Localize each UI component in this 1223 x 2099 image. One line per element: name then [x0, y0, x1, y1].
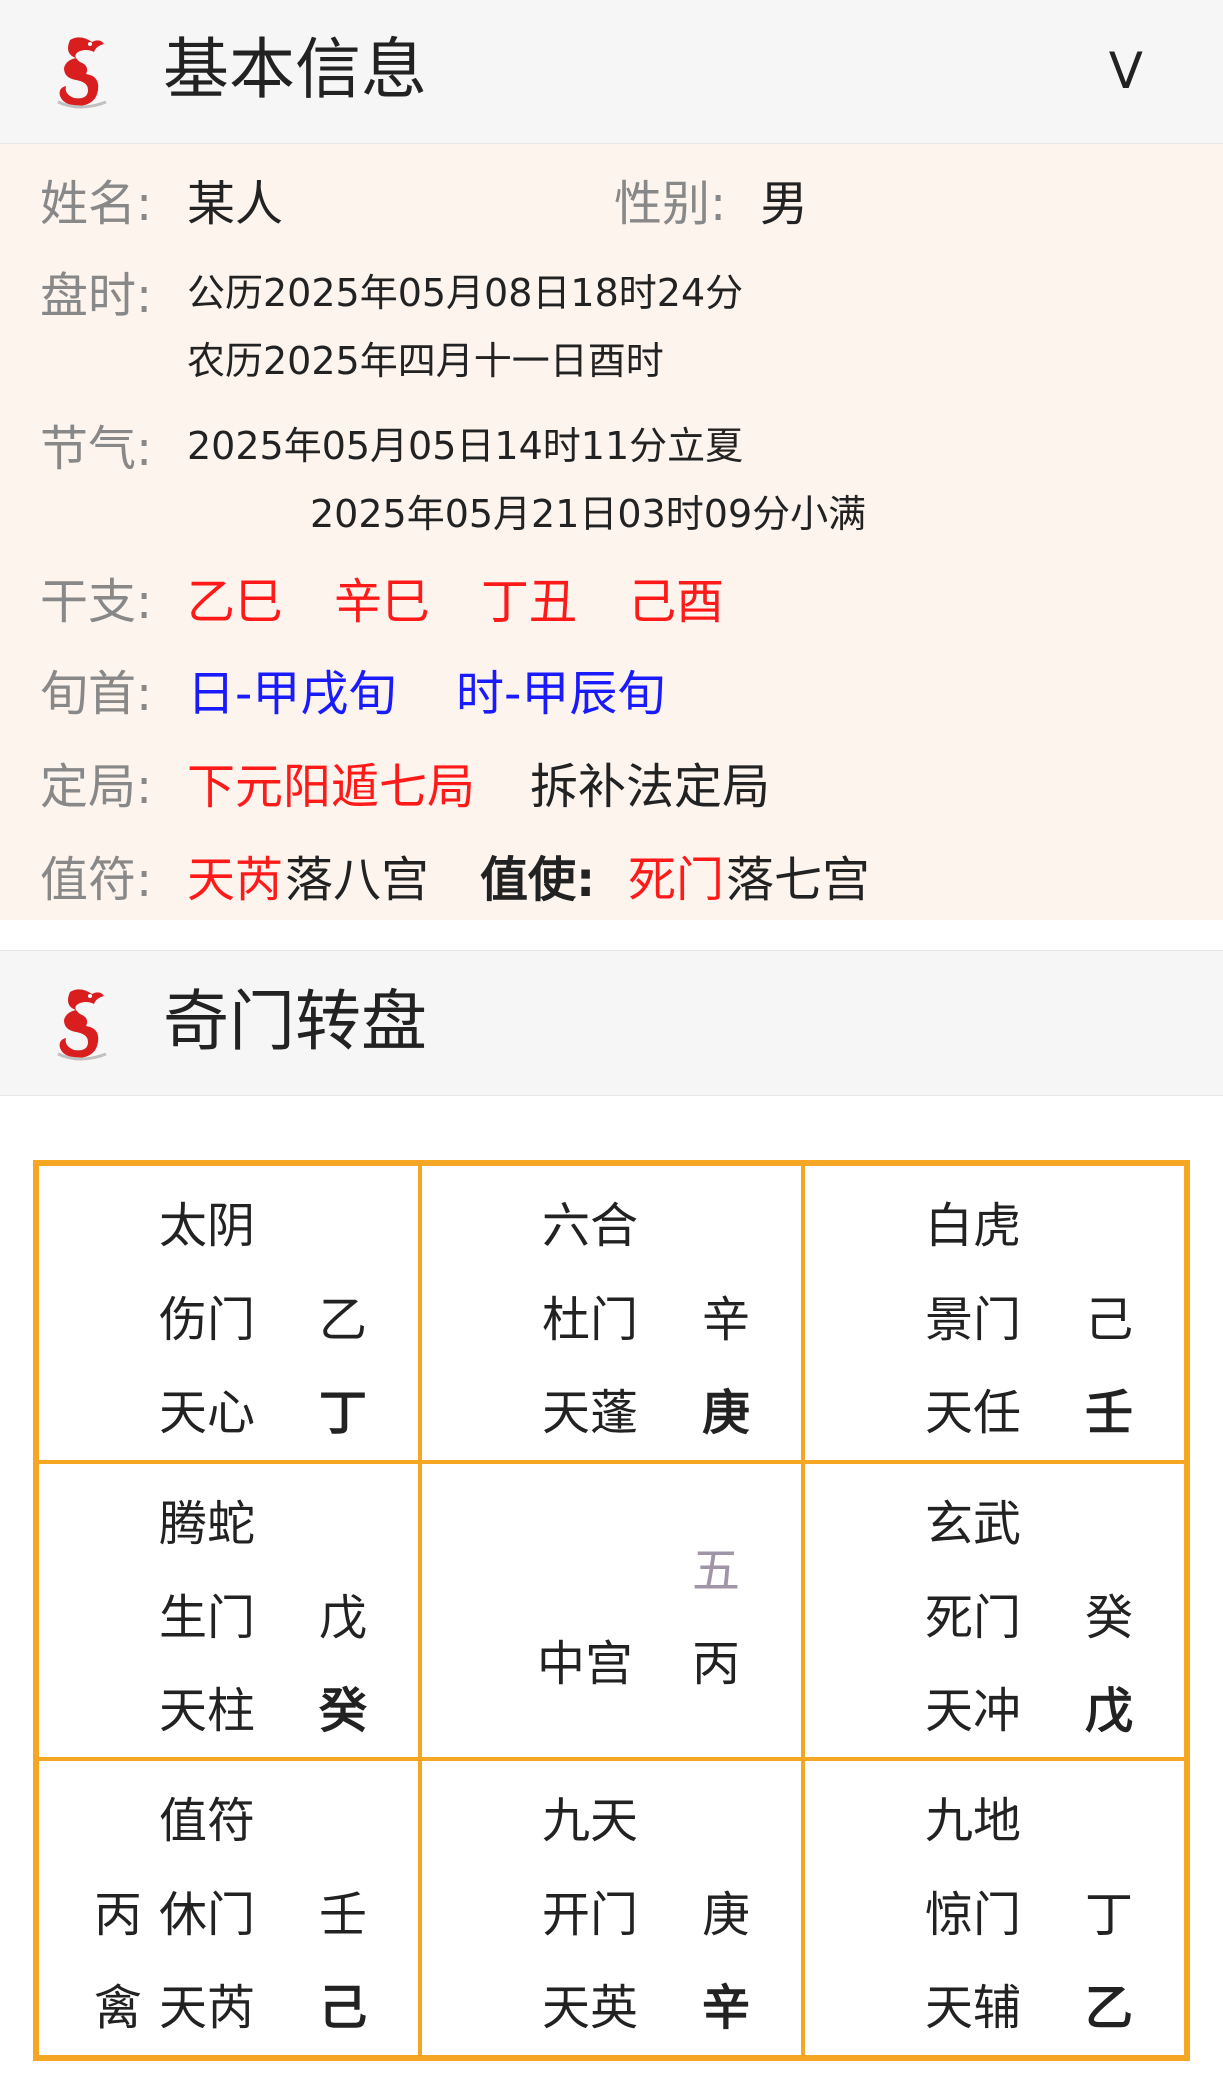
center-palace-number: 五 — [692, 1542, 741, 1599]
palace-cell[interactable]: 玄武 死门 癸 天冲 戊 — [803, 1461, 1186, 1760]
palace-heaven-stem: 丁 — [1085, 1887, 1134, 1944]
palace-god: 太阴 — [159, 1198, 256, 1254]
palace-star: 天柱 — [159, 1682, 256, 1739]
name-label: 姓名: — [40, 176, 153, 232]
palace-god: 六合 — [542, 1198, 639, 1254]
palace-cell[interactable]: 腾蛇 生门 戊 天柱 癸 — [37, 1461, 420, 1760]
zhifu-star: 天芮 — [187, 852, 284, 908]
solar-term-start: 2025年05月05日14时11分立夏 — [187, 424, 744, 468]
palace-heaven-stem: 辛 — [702, 1292, 751, 1348]
solar-term-label: 节气: — [40, 421, 153, 477]
collapse-toggle-icon[interactable]: V — [1109, 42, 1143, 100]
qimen-title: 奇门转盘 — [163, 983, 427, 1060]
nine-palace-grid: 太阴 伤门 乙 天心 丁 六合 杜门 辛 天蓬 庚 白虎 景门 己 天任 壬 腾… — [33, 1160, 1190, 2061]
gender-label: 性别: — [614, 176, 727, 232]
palace-door: 景门 — [925, 1292, 1022, 1348]
palace-cell[interactable]: 太阴 伤门 乙 天心 丁 — [37, 1164, 420, 1462]
palace-heaven-stem: 乙 — [319, 1292, 368, 1348]
ju-method: 拆补法定局 — [530, 759, 771, 815]
palace-god: 九天 — [542, 1793, 639, 1850]
time-solar: 公历2025年05月08日18时24分 — [187, 271, 744, 315]
palace-god: 白虎 — [925, 1198, 1022, 1254]
palace-cell[interactable]: 值符 丙 休门 壬 禽 天芮 己 — [37, 1759, 420, 2057]
palace-door: 生门 — [159, 1589, 256, 1646]
palace-heaven-stem: 戊 — [319, 1589, 368, 1646]
solar-term-end: 2025年05月21日03时09分小满 — [310, 492, 867, 536]
palace-earth-stem: 壬 — [1085, 1385, 1134, 1441]
ganzhi-label: 干支: — [40, 574, 153, 630]
palace-door: 惊门 — [925, 1887, 1022, 1944]
palace-cell[interactable]: 白虎 景门 己 天任 壬 — [803, 1164, 1186, 1462]
palace-lodged-stem: 丙 — [94, 1887, 143, 1944]
palace-god: 值符 — [159, 1793, 256, 1850]
palace-star: 天英 — [542, 1980, 639, 2037]
time-label: 盘时: — [40, 268, 153, 324]
xunshou-day: 日-甲戌旬 — [187, 666, 397, 722]
dragon-logo-icon — [57, 37, 107, 109]
palace-star: 天任 — [925, 1385, 1022, 1441]
palace-star: 天冲 — [925, 1682, 1022, 1739]
palace-cell[interactable]: 六合 杜门 辛 天蓬 庚 — [420, 1164, 803, 1462]
ju-label: 定局: — [40, 759, 153, 815]
xunshou-label: 旬首: — [40, 666, 153, 722]
basic-info-title: 基本信息 — [163, 31, 427, 108]
palace-earth-stem: 辛 — [702, 1980, 751, 2037]
basic-info-panel: 姓名: 某人 性别: 男 盘时: 公历2025年05月08日18时24分 农历2… — [0, 144, 1223, 920]
palace-earth-stem: 己 — [319, 1980, 368, 2037]
palace-lodged-star: 禽 — [94, 1980, 143, 2037]
palace-earth-stem: 丁 — [319, 1385, 368, 1441]
xunshou-hour: 时-甲辰旬 — [456, 666, 666, 722]
zhishi-palace: 落七宫 — [726, 852, 871, 908]
ju-value: 下元阳遁七局 — [187, 759, 476, 815]
zhishi-door: 死门 — [628, 852, 725, 908]
palace-door: 开门 — [542, 1887, 639, 1944]
palace-heaven-stem: 癸 — [1085, 1589, 1134, 1646]
ganzhi-month: 辛巳 — [334, 574, 431, 630]
palace-door: 杜门 — [542, 1292, 639, 1348]
palace-earth-stem: 癸 — [319, 1682, 368, 1739]
palace-heaven-stem: 壬 — [319, 1887, 368, 1944]
palace-earth-stem: 戊 — [1085, 1682, 1134, 1739]
zhifu-palace: 落八宫 — [285, 852, 430, 908]
palace-god: 玄武 — [925, 1495, 1022, 1552]
center-palace-stem: 丙 — [692, 1635, 741, 1692]
palace-cell-center[interactable]: 五 中宫 丙 — [420, 1461, 803, 1760]
time-lunar: 农历2025年四月十一日酉时 — [187, 339, 664, 383]
palace-star: 天芮 — [159, 1980, 256, 2037]
ganzhi-year: 乙巳 — [187, 574, 284, 630]
palace-heaven-stem: 己 — [1085, 1292, 1134, 1348]
zhifu-label: 值符: — [40, 852, 153, 908]
basic-info-header[interactable]: 基本信息 V — [0, 0, 1223, 144]
dragon-logo-icon — [57, 989, 107, 1061]
palace-star: 天辅 — [925, 1980, 1022, 2037]
palace-star: 天心 — [159, 1385, 256, 1441]
palace-door: 伤门 — [159, 1292, 256, 1348]
palace-heaven-stem: 庚 — [702, 1887, 751, 1944]
ganzhi-hour: 己酉 — [628, 574, 725, 630]
palace-cell[interactable]: 九天 开门 庚 天英 辛 — [420, 1759, 803, 2057]
ganzhi-day: 丁丑 — [481, 574, 578, 630]
palace-earth-stem: 庚 — [702, 1385, 751, 1441]
zhishi-label: 值使: — [480, 852, 596, 908]
palace-door: 休门 — [159, 1887, 256, 1944]
palace-cell[interactable]: 九地 惊门 丁 天辅 乙 — [803, 1759, 1186, 2057]
gender-value: 男 — [760, 176, 809, 232]
palace-god: 腾蛇 — [159, 1495, 256, 1552]
palace-god: 九地 — [925, 1793, 1022, 1850]
palace-door: 死门 — [925, 1589, 1022, 1646]
center-palace-name: 中宫 — [537, 1635, 634, 1692]
name-value: 某人 — [187, 176, 284, 232]
qimen-header[interactable]: 奇门转盘 — [0, 950, 1223, 1096]
palace-star: 天蓬 — [542, 1385, 639, 1441]
palace-earth-stem: 乙 — [1085, 1980, 1134, 2037]
